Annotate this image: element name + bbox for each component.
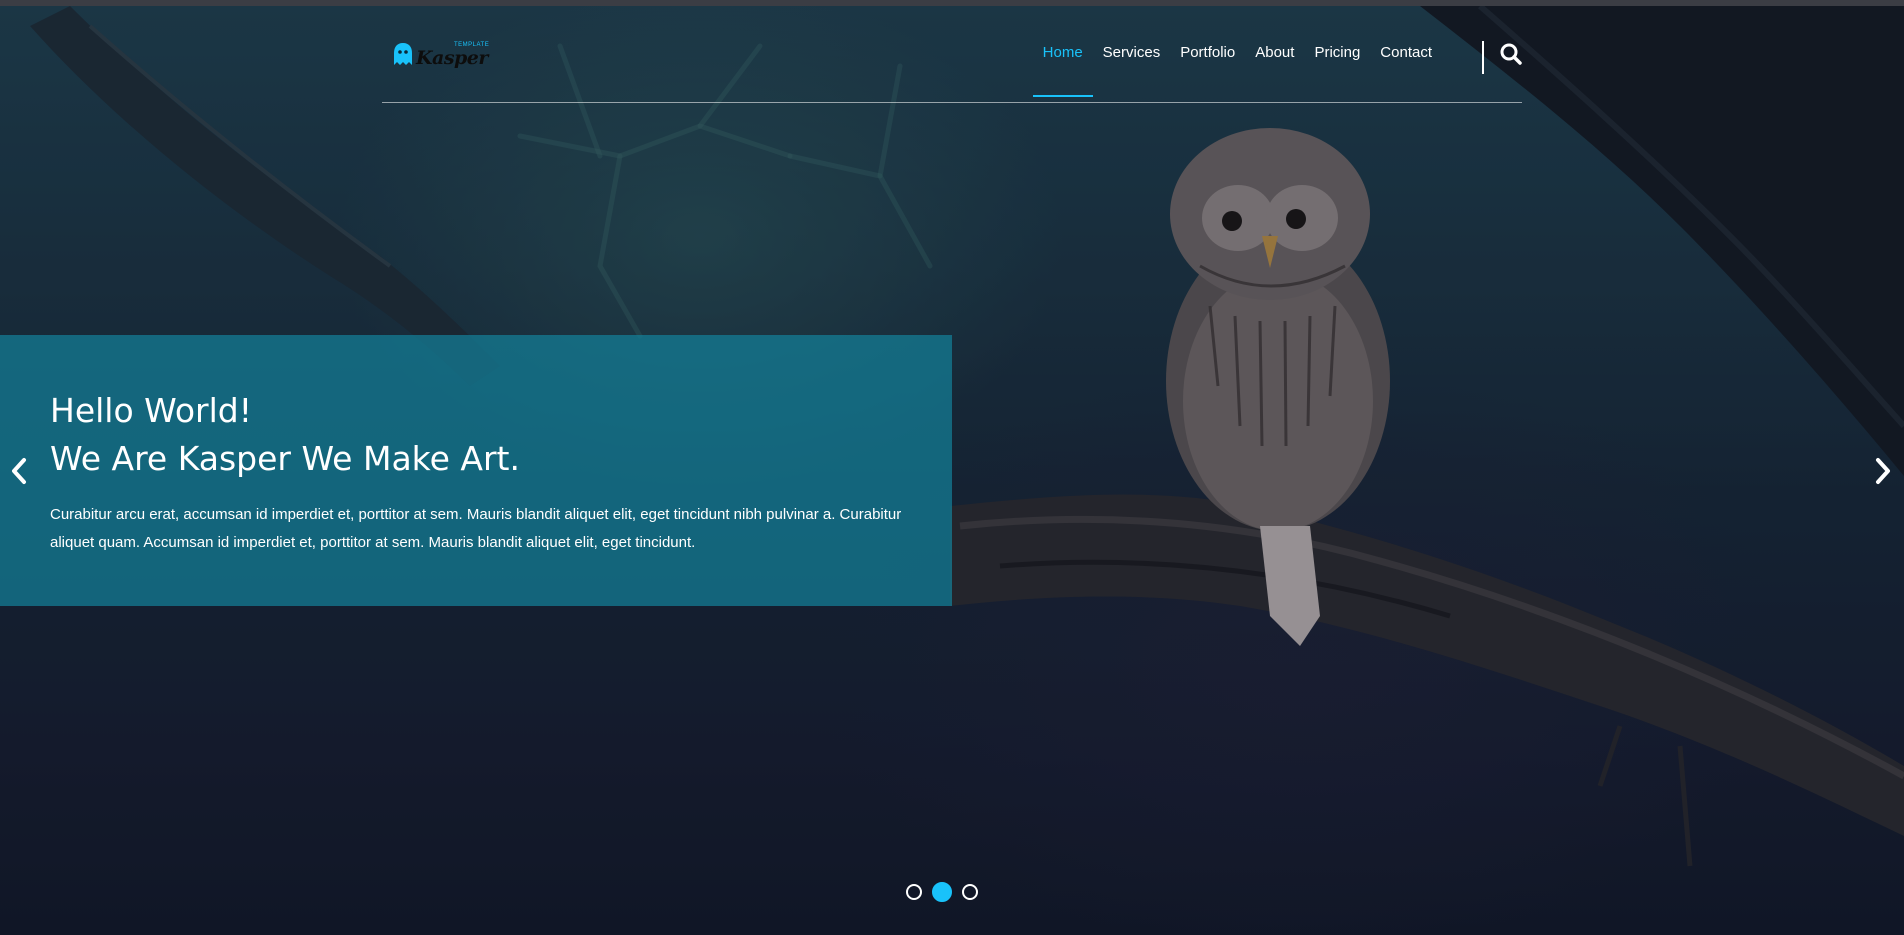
- slide-caption-box: Hello World! We Are Kasper We Make Art. …: [0, 335, 952, 606]
- nav-link-about[interactable]: About: [1245, 43, 1304, 63]
- slider-dot-1[interactable]: [906, 884, 922, 900]
- slide-body-text: Curabitur arcu erat, accumsan id imperdi…: [50, 506, 902, 551]
- chevron-left-icon: [12, 458, 26, 484]
- header-divider-line: [382, 102, 1522, 103]
- slide-title-line-2: We Are Kasper We Make Art.: [50, 439, 520, 478]
- slide-title: Hello World! We Are Kasper We Make Art.: [50, 387, 520, 483]
- chevron-right-icon: [1876, 458, 1890, 484]
- site-logo[interactable]: TEMPLATE Kasper: [392, 40, 489, 70]
- site-header: TEMPLATE Kasper Home Services Portfolio …: [382, 6, 1522, 103]
- slider-dot-2[interactable]: [932, 882, 952, 902]
- main-nav: Home Services Portfolio About Pricing Co…: [1032, 43, 1442, 97]
- ghost-logo-icon: [394, 43, 412, 65]
- slider-dots: [906, 882, 978, 902]
- nav-divider: [1482, 41, 1484, 74]
- logo-wordmark: Kasper: [416, 47, 488, 69]
- nav-link-services[interactable]: Services: [1093, 43, 1171, 63]
- search-button[interactable]: [1499, 42, 1527, 70]
- slider-next-button[interactable]: [1866, 452, 1900, 490]
- nav-link-pricing[interactable]: Pricing: [1304, 43, 1370, 63]
- nav-link-portfolio[interactable]: Portfolio: [1170, 43, 1245, 63]
- slider-prev-button[interactable]: [2, 452, 36, 490]
- search-icon: [1500, 43, 1522, 65]
- slider-dot-3[interactable]: [962, 884, 978, 900]
- nav-link-home[interactable]: Home: [1032, 43, 1093, 97]
- nav-link-contact[interactable]: Contact: [1370, 43, 1442, 63]
- slide-title-line-1: Hello World!: [50, 391, 252, 430]
